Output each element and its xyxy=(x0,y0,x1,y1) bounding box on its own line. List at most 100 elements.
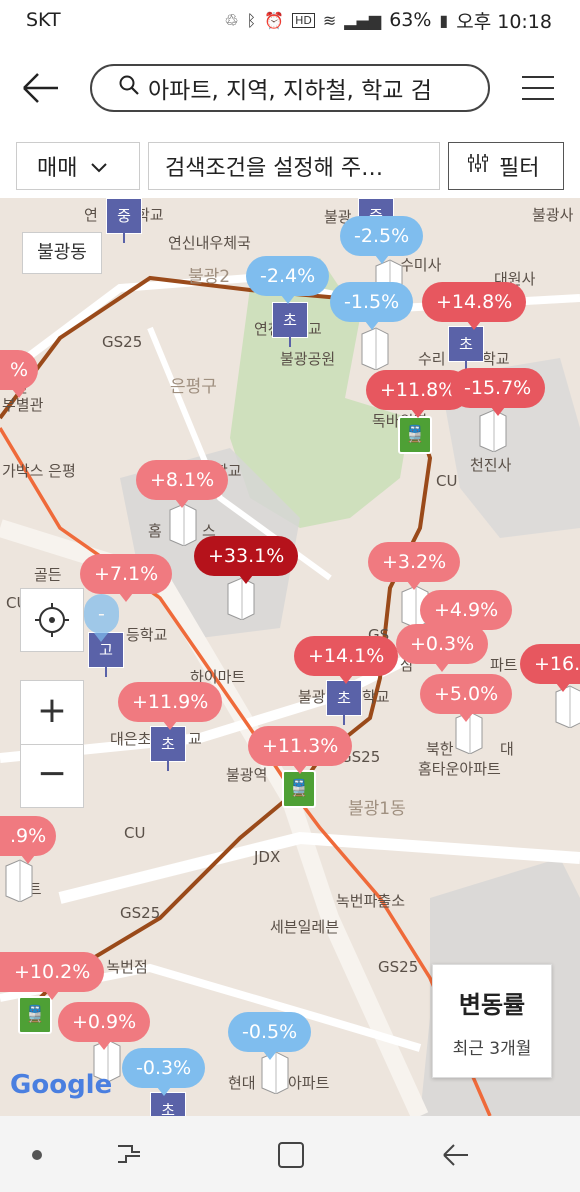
place-label: GS25 xyxy=(102,333,143,351)
filter-button[interactable]: 필터 xyxy=(448,142,564,190)
apartment-icon[interactable] xyxy=(0,858,34,902)
home-square-icon[interactable] xyxy=(276,1140,306,1170)
place-label: 천진사 xyxy=(470,456,512,474)
crosshair-icon xyxy=(35,603,69,637)
place-label: 연신내우체국 xyxy=(168,234,251,252)
place-label: CU xyxy=(124,824,146,842)
price-change-bubble[interactable]: - xyxy=(84,594,119,642)
price-change-bubble[interactable]: -15.7% xyxy=(450,368,546,416)
price-change-bubble[interactable]: +16.4 xyxy=(520,644,580,692)
my-location-button[interactable] xyxy=(20,588,84,652)
place-label: 골든 xyxy=(34,566,62,584)
plus-icon: + xyxy=(36,690,68,731)
zoom-out-button[interactable]: − xyxy=(21,745,83,808)
school-marker[interactable]: 초 xyxy=(272,302,308,347)
area-name-box: 불광동 xyxy=(22,232,102,274)
zoom-control: + − xyxy=(20,680,84,808)
battery-icon: ▮ xyxy=(439,10,449,30)
subway-station-icon[interactable]: 🚆 xyxy=(18,996,52,1034)
place-label: 대 xyxy=(500,740,514,758)
place-label: 홈 xyxy=(148,522,162,540)
search-input[interactable]: 아파트, 지역, 지하철, 학교 검 xyxy=(90,64,490,112)
apartment-icon[interactable] xyxy=(164,502,198,546)
area-name: 불광동 xyxy=(37,242,87,263)
search-icon xyxy=(118,74,140,102)
map-view[interactable]: 불광동 연신내우체국 불광2 GS25 연천초 교 불광공원 은평구 부별관 가… xyxy=(0,198,580,1116)
place-label: 아파트 xyxy=(288,1074,330,1092)
signal-icon: ▂▄▆ xyxy=(344,10,382,30)
school-marker[interactable]: 초 xyxy=(448,326,484,371)
status-bar: SKT ♲ ᛒ ⏰ HD ≋ ▂▄▆ 63% ▮ 오후 10:18 xyxy=(0,0,580,40)
place-label: 은평구 xyxy=(170,377,217,397)
zoom-in-button[interactable]: + xyxy=(21,681,83,745)
back-arrow-icon[interactable] xyxy=(20,68,64,108)
subway-station-icon[interactable]: 🚆 xyxy=(398,416,432,454)
place-label: 불광사 xyxy=(532,206,574,224)
place-label: GS25 xyxy=(120,904,161,922)
price-change-bubble[interactable]: .9% xyxy=(0,816,57,864)
price-change-bubble[interactable]: +33.1% xyxy=(194,536,299,584)
price-change-bubble[interactable]: -2.5% xyxy=(340,216,424,264)
price-change-bubble[interactable]: +11.9% xyxy=(118,682,223,730)
place-label: 불광 xyxy=(298,688,326,706)
school-marker[interactable]: 초 xyxy=(326,680,362,725)
filter-sliders-icon xyxy=(467,152,489,180)
hd-voice-icon: HD xyxy=(292,12,315,28)
price-change-bubble[interactable]: -1.5% xyxy=(330,282,414,330)
school-marker[interactable]: 초 xyxy=(150,726,186,771)
place-label: 교 xyxy=(308,320,322,338)
trade-type-label: 매매 xyxy=(37,156,78,181)
school-marker[interactable]: 중 xyxy=(106,198,142,243)
top-bar: 아파트, 지역, 지하철, 학교 검 xyxy=(0,40,580,136)
rate-panel[interactable]: 변동률 최근 3개월 xyxy=(432,964,552,1078)
price-change-bubble[interactable]: +0.9% xyxy=(58,1002,151,1050)
google-logo: Google xyxy=(10,1070,113,1100)
price-change-bubble[interactable]: -2.4% xyxy=(246,256,330,304)
price-change-bubble[interactable]: +8.1% xyxy=(136,460,229,508)
place-label: 대은초 xyxy=(110,730,152,748)
wifi-icon: ≋ xyxy=(322,10,337,30)
alarm-icon: ⏰ xyxy=(264,10,285,30)
trade-type-dropdown[interactable]: 매매 xyxy=(16,142,140,190)
price-change-bubble[interactable]: +5.0% xyxy=(420,674,513,722)
price-change-bubble[interactable]: -0.3% xyxy=(122,1048,206,1096)
place-label: 불광공원 xyxy=(280,350,336,368)
home-dot-icon[interactable] xyxy=(32,1150,42,1160)
place-label: 수리 xyxy=(418,350,446,368)
price-change-bubble[interactable]: +7.1% xyxy=(80,554,173,602)
status-icons: ♲ ᛒ ⏰ HD ≋ ▂▄▆ 63% ▮ 오후 10:18 xyxy=(224,7,552,34)
subway-station-icon[interactable]: 🚆 xyxy=(282,770,316,808)
search-condition-field[interactable]: 검색조건을 설정해 주… xyxy=(148,142,440,190)
price-change-bubble[interactable]: -0.5% xyxy=(228,1012,312,1060)
place-label: JDX xyxy=(254,848,281,866)
place-label: 학교 xyxy=(482,350,510,368)
price-change-bubble[interactable]: +14.1% xyxy=(294,636,399,684)
place-label: 현대 xyxy=(228,1074,256,1092)
menu-icon[interactable] xyxy=(522,76,554,102)
price-change-bubble[interactable]: +10.2% xyxy=(0,952,105,1000)
back-icon[interactable] xyxy=(438,1140,472,1170)
recent-apps-icon[interactable] xyxy=(114,1138,144,1170)
place-label: 연 xyxy=(84,206,98,224)
minus-icon: − xyxy=(36,753,68,794)
place-label: 등학교 xyxy=(126,626,168,644)
place-label: 파트 xyxy=(490,656,518,674)
place-label: 수미사 xyxy=(400,256,442,274)
rate-panel-period: 최근 3개월 xyxy=(452,1039,532,1059)
search-placeholder: 아파트, 지역, 지하철, 학교 검 xyxy=(148,78,432,104)
place-label: 불광역 xyxy=(226,766,268,784)
rate-panel-title: 변동률 xyxy=(458,991,526,1019)
price-change-bubble[interactable]: +11.3% xyxy=(248,726,353,774)
apartment-icon[interactable] xyxy=(356,326,390,370)
carrier-label: SKT xyxy=(26,9,61,31)
place-label: 녹번파출소 xyxy=(336,892,406,910)
price-change-bubble[interactable]: +0.3% xyxy=(396,624,489,672)
price-change-bubble[interactable]: +3.2% xyxy=(368,542,461,590)
android-nav-bar xyxy=(0,1116,580,1192)
place-label: 가박스 은평 xyxy=(2,462,76,480)
bluetooth-icon: ᛒ xyxy=(246,10,257,30)
place-label: 세븐일레븐 xyxy=(270,918,340,936)
price-change-bubble[interactable]: +14.8% xyxy=(422,282,527,330)
chevron-down-icon xyxy=(91,154,108,179)
battery-percent: 63% xyxy=(389,9,432,31)
